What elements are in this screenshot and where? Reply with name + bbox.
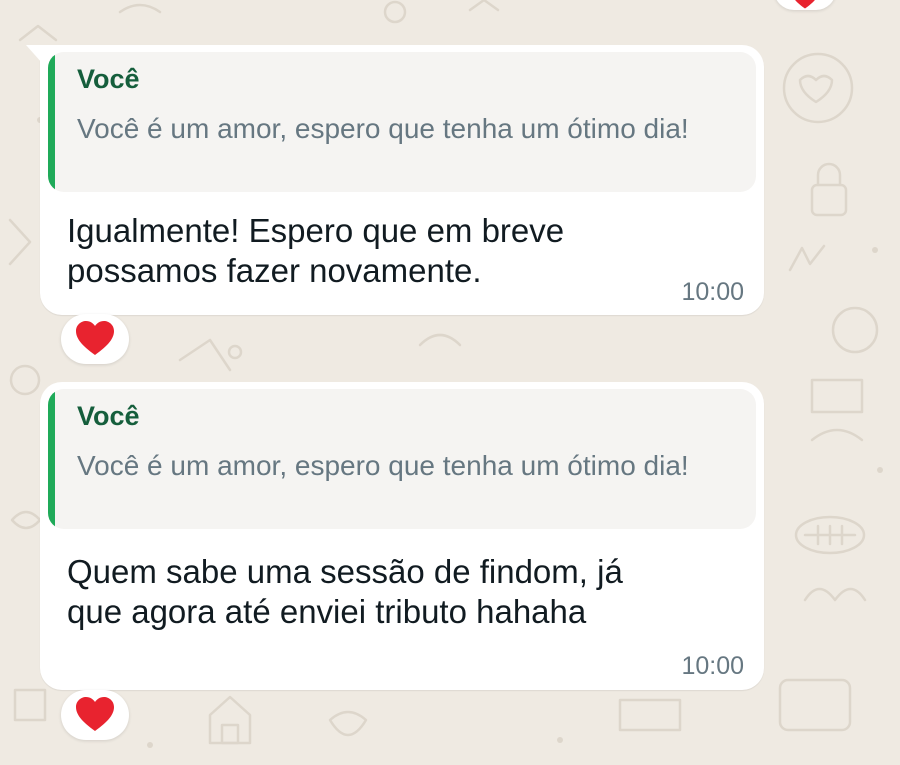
quote-text: Você é um amor, espero que tenha um ótim… xyxy=(77,450,689,481)
red-heart-icon xyxy=(795,0,815,9)
message-reaction[interactable] xyxy=(61,314,129,364)
quoted-message[interactable]: Você Você é um amor, espero que tenha um… xyxy=(48,52,756,192)
quote-author: Você xyxy=(77,401,140,431)
red-heart-icon xyxy=(76,321,114,355)
message-bubble[interactable]: Você Você é um amor, espero que tenha um… xyxy=(40,382,764,690)
quote-author: Você xyxy=(77,64,140,94)
message-reaction[interactable] xyxy=(61,690,129,740)
quote-text: Você é um amor, espero que tenha um ótim… xyxy=(77,113,689,144)
bubble-tail xyxy=(26,45,42,63)
red-heart-icon xyxy=(76,697,114,731)
quote-accent-bar xyxy=(48,52,55,192)
message-time: 10:00 xyxy=(681,278,744,306)
message-time: 10:00 xyxy=(681,652,744,680)
message-text: Igualmente! Espero que em breve possamos… xyxy=(67,212,565,289)
message-bubble[interactable]: Você Você é um amor, espero que tenha um… xyxy=(26,45,764,315)
quoted-message[interactable]: Você Você é um amor, espero que tenha um… xyxy=(48,389,756,529)
quote-accent-bar xyxy=(48,389,55,529)
message-text: Quem sabe uma sessão de findom, já que a… xyxy=(67,553,623,630)
